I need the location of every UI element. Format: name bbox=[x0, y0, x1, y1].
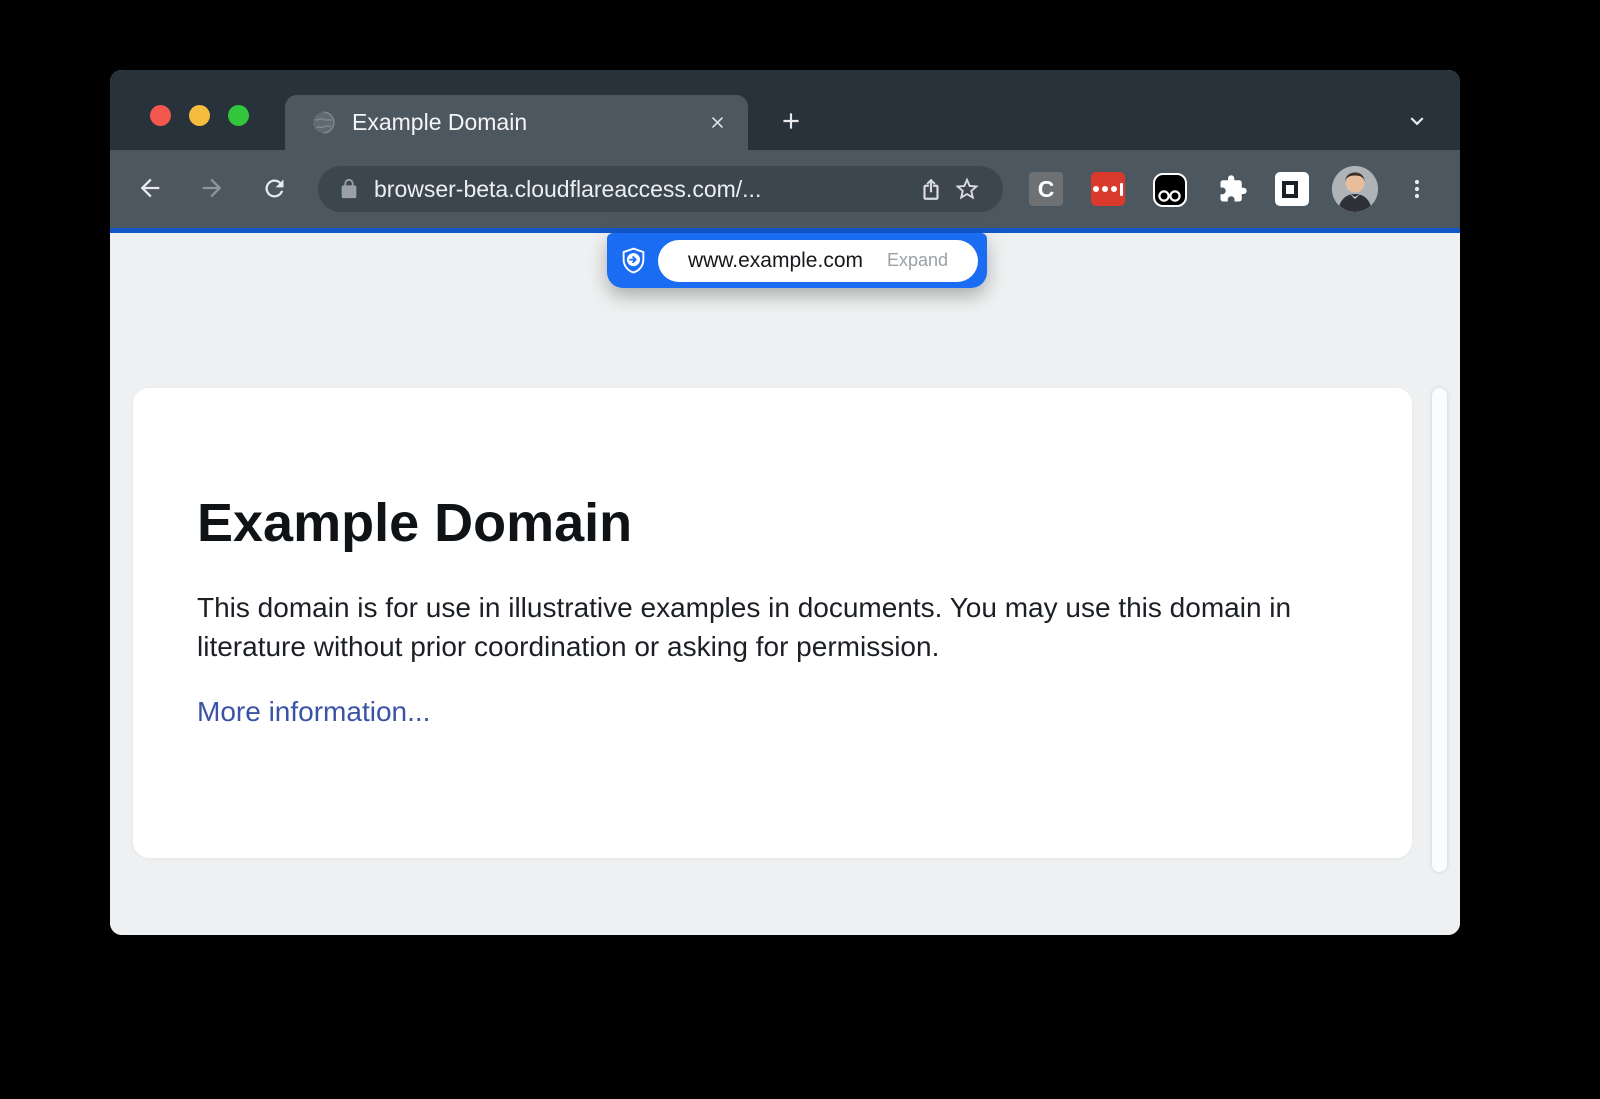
isolated-domain-label: www.example.com bbox=[688, 249, 863, 273]
new-tab-icon bbox=[778, 108, 804, 134]
page-heading: Example Domain bbox=[197, 492, 1348, 554]
new-tab-button[interactable] bbox=[772, 102, 810, 140]
star-icon bbox=[953, 175, 981, 203]
desktop-background: Example Domain bbox=[0, 0, 1600, 1099]
profile-avatar[interactable] bbox=[1332, 166, 1378, 212]
scrollbar-thumb[interactable] bbox=[1432, 388, 1447, 872]
url-text: browser-beta.cloudflareaccess.com/... bbox=[374, 176, 913, 203]
page-paragraph: This domain is for use in illustrative e… bbox=[197, 588, 1347, 666]
back-icon bbox=[136, 174, 164, 202]
window-minimize-button[interactable] bbox=[189, 105, 210, 126]
page-content-card: Example Domain This domain is for use in… bbox=[133, 388, 1412, 858]
bookmark-button[interactable] bbox=[949, 171, 985, 207]
c-extension-icon[interactable]: C bbox=[1029, 172, 1063, 206]
window-controls bbox=[150, 105, 249, 126]
isolation-domain-chip[interactable]: www.example.com Expand bbox=[658, 240, 978, 282]
back-button[interactable] bbox=[130, 168, 170, 208]
browser-window: Example Domain bbox=[110, 70, 1460, 935]
forward-icon bbox=[198, 174, 226, 202]
more-information-link[interactable]: More information... bbox=[197, 696, 430, 728]
shield-arrow-icon bbox=[620, 247, 647, 274]
dark-circles-extension-icon[interactable] bbox=[1152, 172, 1188, 208]
side-panel-button[interactable] bbox=[1275, 172, 1309, 206]
isolation-domain-pill[interactable]: www.example.com Expand bbox=[607, 233, 987, 288]
lock-icon[interactable] bbox=[338, 178, 360, 200]
close-icon bbox=[708, 113, 727, 132]
address-bar[interactable]: browser-beta.cloudflareaccess.com/... bbox=[318, 166, 1003, 212]
extensions-menu-button[interactable] bbox=[1216, 172, 1250, 206]
share-button[interactable] bbox=[913, 171, 949, 207]
browser-menu-button[interactable] bbox=[1403, 169, 1431, 209]
puzzle-icon bbox=[1218, 174, 1248, 204]
window-close-button[interactable] bbox=[150, 105, 171, 126]
globe-favicon bbox=[311, 110, 336, 135]
password-manager-extension-icon[interactable] bbox=[1091, 172, 1125, 206]
window-zoom-button[interactable] bbox=[228, 105, 249, 126]
reload-button[interactable] bbox=[254, 168, 294, 208]
expand-button[interactable]: Expand bbox=[887, 250, 948, 271]
avatar bbox=[1332, 166, 1378, 212]
tab-close-button[interactable] bbox=[702, 108, 732, 138]
tab-title: Example Domain bbox=[352, 109, 702, 136]
reload-icon bbox=[261, 175, 288, 202]
kebab-menu-icon bbox=[1405, 177, 1429, 201]
browser-tab[interactable]: Example Domain bbox=[285, 95, 748, 150]
browser-toolbar: browser-beta.cloudflareaccess.com/... C bbox=[110, 150, 1460, 228]
side-panel-icon bbox=[1282, 181, 1298, 198]
page-viewport: www.example.com Expand Example Domain Th… bbox=[110, 233, 1460, 935]
tab-strip: Example Domain bbox=[110, 70, 1460, 150]
share-icon bbox=[918, 176, 944, 202]
forward-button[interactable] bbox=[192, 168, 232, 208]
tab-search-button[interactable] bbox=[1398, 102, 1436, 140]
chevron-down-icon bbox=[1404, 108, 1430, 134]
